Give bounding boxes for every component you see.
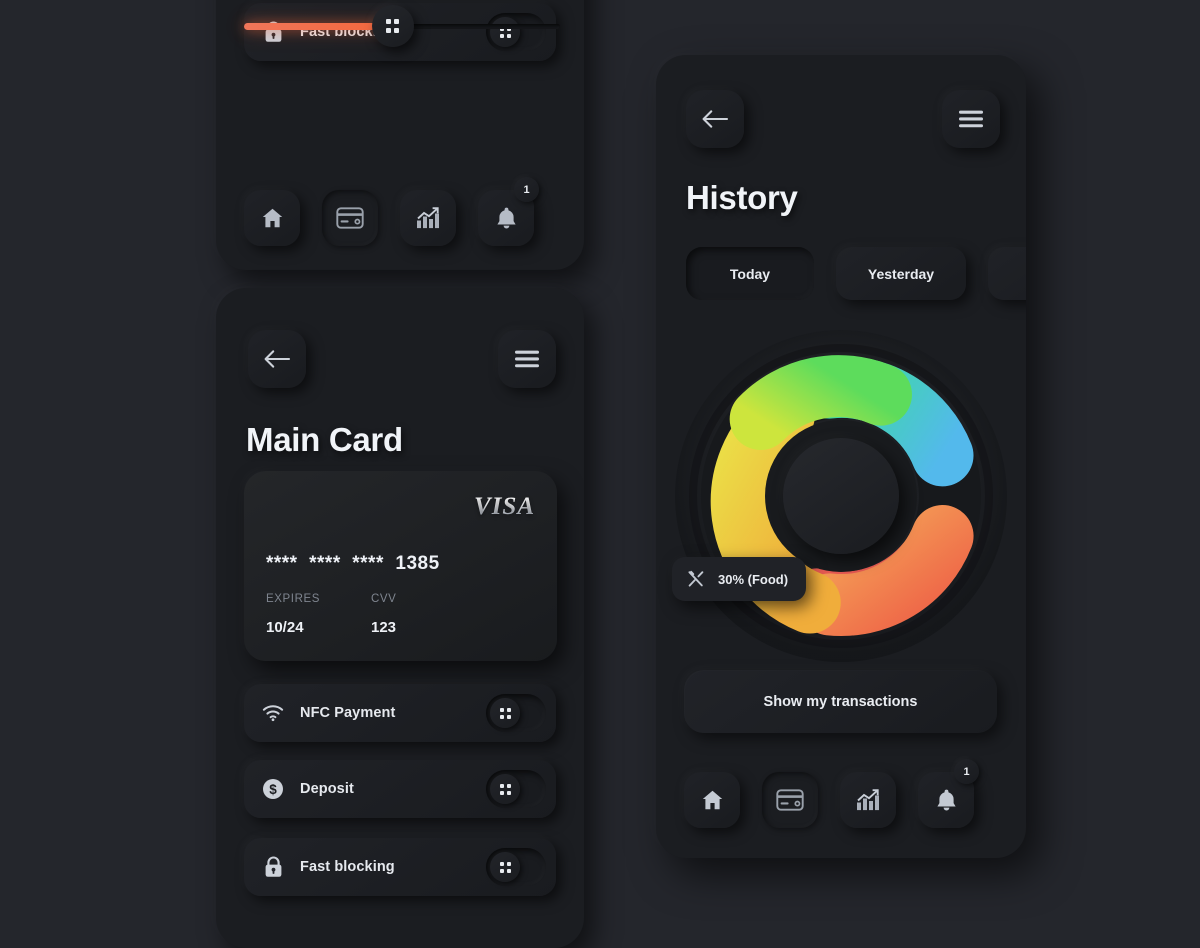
svg-text:$: $ bbox=[269, 782, 277, 797]
tab-label: Today bbox=[729, 265, 771, 282]
grid-dots-icon bbox=[385, 19, 400, 33]
visa-logo: VISA bbox=[474, 493, 535, 520]
credit-card-icon bbox=[776, 789, 804, 811]
toggle-nfc-payment[interactable] bbox=[486, 694, 546, 732]
tab-month[interactable]: M bbox=[988, 247, 1026, 300]
hamburger-menu-icon bbox=[515, 350, 539, 368]
nav-button-statistics[interactable] bbox=[840, 772, 896, 828]
expires-label: EXPIRES bbox=[266, 593, 321, 605]
cvv-label: CVV bbox=[371, 593, 397, 605]
back-arrow-icon bbox=[264, 350, 291, 368]
nav-button-home[interactable] bbox=[244, 190, 300, 246]
option-row-fast-blocking-2[interactable]: Fast blocking bbox=[244, 838, 556, 896]
history-panel: History Today Yesterday M bbox=[656, 55, 1026, 858]
hamburger-menu-icon bbox=[959, 110, 983, 128]
bar-chart-icon bbox=[857, 789, 879, 811]
bell-icon bbox=[496, 207, 516, 228]
home-icon bbox=[702, 790, 722, 810]
show-transactions-button[interactable]: Show my transactions bbox=[684, 670, 997, 733]
main-card-panel: Main Card VISA **** **** **** 1385 EXPIR… bbox=[216, 288, 584, 948]
nav-button-notifications[interactable]: 1 bbox=[478, 177, 539, 246]
notification-badge: 1 bbox=[954, 759, 979, 784]
toggle-fast-blocking[interactable] bbox=[486, 13, 546, 51]
toggle-knob bbox=[490, 852, 520, 882]
nav-button-cards[interactable] bbox=[322, 190, 378, 246]
nav-button-statistics[interactable] bbox=[400, 190, 456, 246]
bar-chart-icon bbox=[417, 207, 439, 229]
credit-card[interactable]: VISA **** **** **** 1385 EXPIRES CVV 10/… bbox=[244, 471, 557, 661]
toggle-knob bbox=[490, 774, 520, 804]
option-row-deposit[interactable]: $ Deposit bbox=[244, 760, 556, 818]
toggle-knob bbox=[490, 698, 520, 728]
history-bottom-nav: 1 bbox=[684, 759, 979, 828]
nav-button-home[interactable] bbox=[684, 772, 740, 828]
grid-dots-icon bbox=[499, 707, 511, 719]
grid-dots-icon bbox=[499, 783, 511, 795]
back-arrow-icon bbox=[702, 110, 729, 128]
card-number: **** **** **** 1385 bbox=[266, 553, 440, 574]
expires-value: 10/24 bbox=[266, 619, 304, 636]
limits-panel: Fast blocking Transaction Limit: $2000 bbox=[216, 0, 584, 270]
toggle-knob bbox=[490, 17, 520, 47]
donut-tooltip[interactable]: 30% (Food) bbox=[672, 557, 807, 601]
tooltip-text: 30% (Food) bbox=[718, 571, 789, 587]
credit-card-icon bbox=[336, 207, 364, 229]
notification-badge: 1 bbox=[514, 177, 539, 202]
tab-label: Yesterday bbox=[867, 265, 935, 282]
grid-dots-icon bbox=[499, 861, 511, 873]
slider-thumb[interactable] bbox=[371, 5, 414, 47]
page-title: Main Card bbox=[246, 421, 403, 458]
home-icon bbox=[262, 208, 282, 228]
cvv-value: 123 bbox=[371, 619, 397, 636]
option-label: NFC Payment bbox=[300, 705, 396, 721]
lock-icon bbox=[262, 855, 284, 879]
bottom-nav: 1 bbox=[244, 177, 539, 246]
nav-button-notifications[interactable]: 1 bbox=[918, 759, 979, 828]
back-button[interactable] bbox=[248, 330, 306, 388]
menu-button[interactable] bbox=[498, 330, 556, 388]
nav-button-cards[interactable] bbox=[762, 772, 818, 828]
nfc-wifi-icon bbox=[262, 701, 284, 725]
bell-icon bbox=[936, 789, 956, 810]
tab-today[interactable]: Today bbox=[686, 247, 814, 300]
toggle-deposit[interactable] bbox=[486, 770, 546, 808]
history-menu-button[interactable] bbox=[942, 90, 1000, 148]
spending-donut-chart[interactable] bbox=[672, 327, 1010, 665]
slider-fill bbox=[244, 23, 393, 30]
toggle-fast-blocking-2[interactable] bbox=[486, 848, 546, 886]
donut-center-hub bbox=[783, 438, 899, 554]
tab-yesterday[interactable]: Yesterday bbox=[836, 247, 966, 300]
option-label: Fast blocking bbox=[300, 859, 395, 875]
option-label: Deposit bbox=[300, 781, 354, 797]
dollar-coin-icon: $ bbox=[262, 777, 284, 801]
cta-label: Show my transactions bbox=[763, 693, 918, 710]
history-back-button[interactable] bbox=[686, 90, 744, 148]
transaction-limit-slider[interactable] bbox=[244, 5, 560, 47]
history-title: History bbox=[686, 179, 798, 216]
option-row-nfc-payment[interactable]: NFC Payment bbox=[244, 684, 556, 742]
cutlery-icon bbox=[688, 570, 704, 587]
